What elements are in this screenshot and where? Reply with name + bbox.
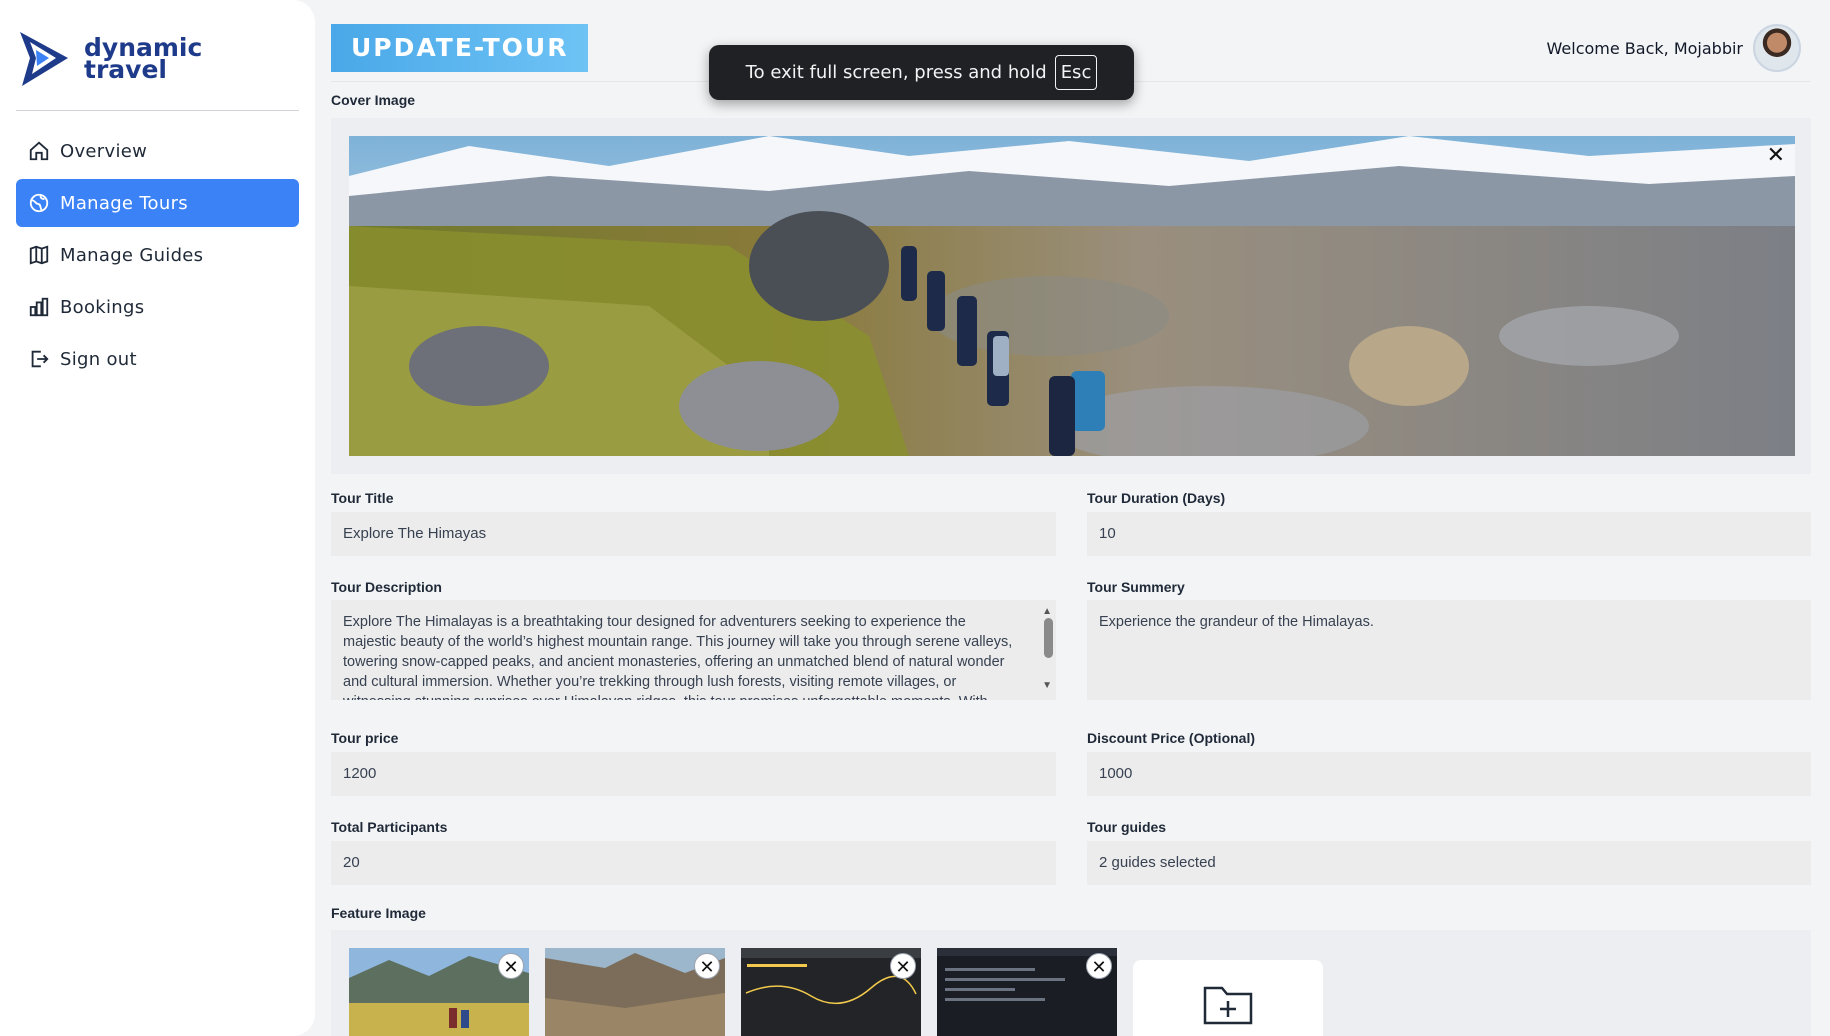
tour-price-label: Tour price: [331, 730, 399, 746]
add-image-button[interactable]: [1133, 960, 1323, 1036]
fullscreen-toast: To exit full screen, press and hold Esc: [709, 45, 1134, 100]
cover-image: ✕: [349, 136, 1795, 456]
folder-plus-icon: [1203, 986, 1253, 1025]
map-icon: [29, 245, 49, 265]
feature-thumbnail[interactable]: ✕: [937, 948, 1117, 1036]
cover-photo-mountains: [349, 136, 1795, 456]
remove-image-icon[interactable]: ✕: [890, 953, 916, 979]
bar-chart-icon: [29, 297, 49, 317]
sidebar-nav: Overview Manage Tours Manage Guides Book…: [16, 127, 299, 383]
cover-image-label: Cover Image: [331, 92, 416, 108]
sidebar-item-label: Manage Tours: [60, 192, 188, 214]
tour-guides-label: Tour guides: [1087, 819, 1167, 835]
page-title: UPDATE-TOUR: [331, 24, 589, 72]
sidebar-item-manage-tours[interactable]: Manage Tours: [16, 179, 299, 227]
brand-line-2: travel: [84, 55, 167, 84]
tour-description-label: Tour Description: [331, 579, 442, 595]
remove-image-icon[interactable]: ✕: [694, 953, 720, 979]
home-icon: [29, 141, 49, 161]
tour-title-input[interactable]: Explore The Himayas: [331, 512, 1056, 556]
brand-name: dynamic travel: [84, 35, 202, 84]
scroll-down-icon[interactable]: ▼: [1042, 676, 1052, 696]
main-content: UPDATE-TOUR Welcome Back, Mojabbir Cover…: [331, 0, 1830, 1036]
sidebar-item-label: Overview: [60, 140, 148, 162]
remove-image-icon[interactable]: ✕: [1086, 953, 1112, 979]
tour-description-text: Explore The Himalayas is a breathtaking …: [343, 614, 1013, 700]
sidebar-divider: [16, 110, 299, 111]
sidebar-item-overview[interactable]: Overview: [16, 127, 299, 175]
sidebar-item-label: Sign out: [60, 348, 137, 370]
sidebar-item-bookings[interactable]: Bookings: [16, 283, 299, 331]
tour-title-label: Tour Title: [331, 490, 394, 506]
tour-summary-text: Experience the grandeur of the Himalayas…: [1099, 614, 1374, 630]
sidebar-item-manage-guides[interactable]: Manage Guides: [16, 231, 299, 279]
total-participants-input[interactable]: 20: [331, 841, 1056, 885]
logo-icon: [20, 32, 68, 86]
remove-cover-icon[interactable]: ✕: [1767, 144, 1785, 166]
feature-thumbnail[interactable]: ✕: [545, 948, 725, 1036]
sidebar: dynamic travel Overview Manage Tours Man…: [0, 0, 315, 1036]
total-participants-label: Total Participants: [331, 819, 448, 835]
discount-price-label: Discount Price (Optional): [1087, 730, 1256, 746]
sidebar-item-label: Bookings: [60, 296, 145, 318]
feature-thumbnail[interactable]: ✕: [741, 948, 921, 1036]
feature-image-label: Feature Image: [331, 905, 426, 921]
user-greeting[interactable]: Welcome Back, Mojabbir: [1547, 24, 1801, 72]
tour-summary-label: Tour Summery: [1087, 579, 1185, 595]
description-scrollbar[interactable]: ▲ ▼: [1040, 600, 1056, 700]
remove-image-icon[interactable]: ✕: [498, 953, 524, 979]
sidebar-item-label: Manage Guides: [60, 244, 204, 266]
feature-image-gallery: ✕ ✕ ✕ ✕: [331, 930, 1811, 1036]
tour-duration-input[interactable]: 10: [1087, 512, 1811, 556]
sidebar-item-sign-out[interactable]: Sign out: [16, 335, 299, 383]
globe-icon: [29, 193, 49, 213]
tour-summary-textarea[interactable]: Experience the grandeur of the Himalayas…: [1087, 600, 1811, 700]
esc-key-badge: Esc: [1054, 55, 1098, 90]
scrollbar-thumb[interactable]: [1044, 618, 1053, 658]
discount-price-input[interactable]: 1000: [1087, 752, 1811, 796]
feature-thumbnail[interactable]: ✕: [349, 948, 529, 1036]
tour-duration-label: Tour Duration (Days): [1087, 490, 1226, 506]
brand-logo[interactable]: dynamic travel: [16, 28, 299, 90]
tour-price-input[interactable]: 1200: [331, 752, 1056, 796]
toast-text: To exit full screen, press and hold: [745, 62, 1047, 83]
tour-guides-select[interactable]: 2 guides selected: [1087, 841, 1811, 885]
sign-out-icon: [31, 350, 49, 368]
cover-image-dropzone[interactable]: ✕: [331, 118, 1811, 474]
welcome-text: Welcome Back, Mojabbir: [1546, 38, 1743, 58]
avatar[interactable]: [1753, 24, 1801, 72]
tour-description-textarea[interactable]: Explore The Himalayas is a breathtaking …: [331, 600, 1056, 700]
